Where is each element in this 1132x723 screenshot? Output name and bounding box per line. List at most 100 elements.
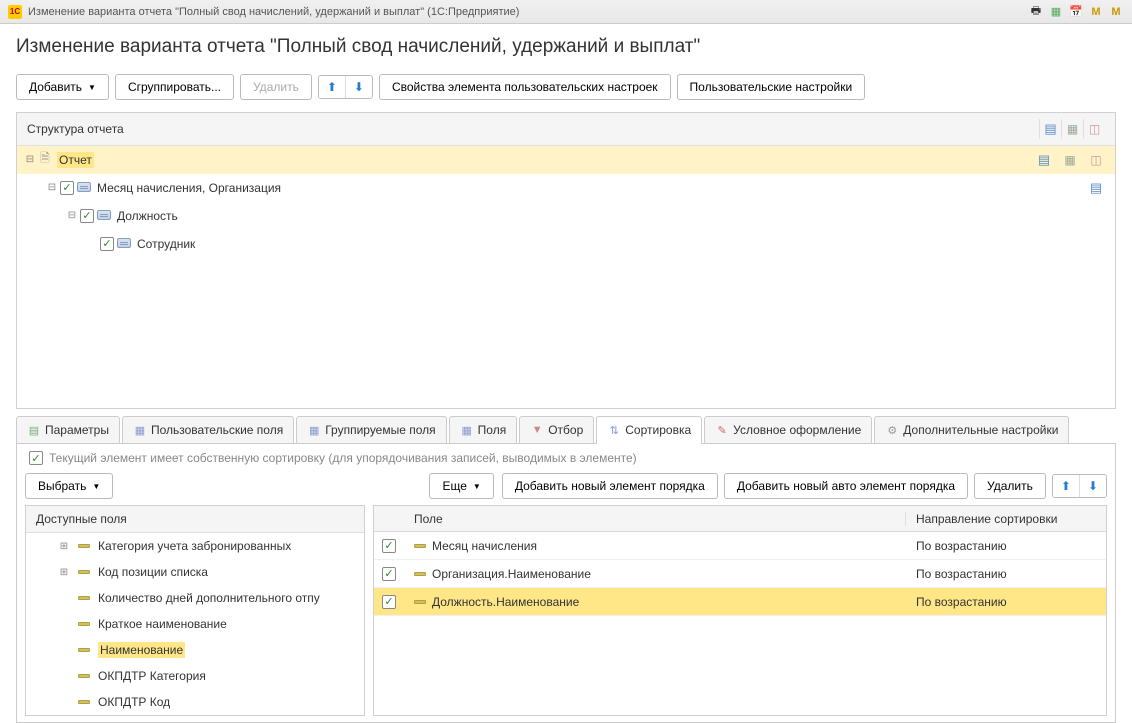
params-icon: ▤ [27, 423, 41, 437]
avail-field-row[interactable]: ⊞Категория учета забронированных [26, 533, 364, 559]
m-icon-1[interactable]: M [1088, 4, 1104, 20]
avail-field-row[interactable]: ⊞ОКПДТР Категория [26, 663, 364, 689]
structure-tree: ⊟ 🗎 Отчет ▤ ▦ ◫ ⊟ ✓ Месяц начисления, Ор… [17, 146, 1115, 408]
filter-icon: ▼ [530, 423, 544, 437]
own-sort-checkbox[interactable]: ✓ [29, 451, 43, 465]
collapse-icon[interactable]: ⊟ [23, 154, 37, 165]
tree-label: Месяц начисления, Организация [93, 181, 281, 195]
titlebar-controls: 🖶 ▦ 📅 M M [1028, 4, 1124, 20]
element-props-button[interactable]: Свойства элемента пользовательских настр… [379, 74, 671, 100]
sort-direction[interactable]: По возрастанию [906, 567, 1106, 581]
group-button[interactable]: Сгруппировать... [115, 74, 234, 100]
header-chart-icon[interactable]: ◫ [1083, 119, 1105, 139]
add-button[interactable]: Добавить▼ [16, 74, 109, 100]
tab-user-fields[interactable]: ▦Пользовательские поля [122, 416, 294, 443]
row-db-icon[interactable]: ▤ [1083, 178, 1109, 198]
sort-grid-header: Поле Направление сортировки [374, 506, 1106, 532]
sort-row-selected[interactable]: ✓ Должность.Наименование По возрастанию [374, 588, 1106, 616]
checkbox-icon[interactable]: ✓ [100, 237, 114, 251]
tree-empty-area [17, 258, 1115, 408]
field-icon [414, 572, 426, 576]
checkbox-icon[interactable]: ✓ [382, 539, 396, 553]
sort-move-down-button[interactable]: ⬇ [1080, 475, 1106, 497]
collapse-icon[interactable]: ⊟ [65, 210, 79, 221]
tree-node-month-org[interactable]: ⊟ ✓ Месяц начисления, Организация ▤ [17, 174, 1115, 202]
structure-header: Структура отчета ▤ ▦ ◫ [17, 113, 1115, 146]
row-grid-icon[interactable]: ▦ [1057, 150, 1083, 170]
sort-icon: ⇅ [607, 423, 621, 437]
structure-title: Структура отчета [27, 122, 124, 136]
tab-conditional[interactable]: ✎Условное оформление [704, 416, 872, 443]
select-button[interactable]: Выбрать▼ [25, 473, 113, 499]
more-button[interactable]: Еще▼ [429, 473, 493, 499]
tab-sorting[interactable]: ⇅Сортировка [596, 416, 702, 443]
field-icon [78, 648, 90, 652]
group-icon [117, 238, 131, 248]
delete-button[interactable]: Удалить [240, 74, 312, 100]
print-icon[interactable]: 🖶 [1028, 4, 1044, 20]
sort-move-buttons: ⬆ ⬇ [1052, 474, 1107, 498]
header-db-icon[interactable]: ▤ [1039, 119, 1061, 139]
avail-field-row[interactable]: ⊞ОКПДТР Код [26, 689, 364, 715]
extra-icon: ⚙ [885, 423, 899, 437]
row-chart-icon[interactable]: ◫ [1083, 150, 1109, 170]
expand-icon[interactable]: ⊞ [58, 567, 70, 578]
field-icon [78, 596, 90, 600]
calendar-icon[interactable]: 📅 [1068, 4, 1084, 20]
user-settings-button[interactable]: Пользовательские настройки [677, 74, 866, 100]
tree-label: Должность [113, 209, 178, 223]
avail-field-row-selected[interactable]: ⊞Наименование [26, 637, 364, 663]
available-fields-panel: Доступные поля ⊞Категория учета забронир… [25, 505, 365, 716]
field-icon [78, 622, 90, 626]
avail-field-row[interactable]: ⊞Количество дней дополнительного отпу [26, 585, 364, 611]
document-icon: 🗎 [37, 149, 53, 170]
checkbox-icon[interactable]: ✓ [382, 567, 396, 581]
move-down-button[interactable]: ⬇ [346, 76, 372, 98]
main-toolbar: Добавить▼ Сгруппировать... Удалить ⬆ ⬇ С… [0, 66, 1132, 108]
tree-node-employee[interactable]: ⊟ ✓ Сотрудник [17, 230, 1115, 258]
field-icon [78, 570, 90, 574]
sort-row[interactable]: ✓ Организация.Наименование По возрастани… [374, 560, 1106, 588]
tab-fields[interactable]: ▦Поля [449, 416, 518, 443]
checkbox-icon[interactable]: ✓ [60, 181, 74, 195]
tree-node-report[interactable]: ⊟ 🗎 Отчет ▤ ▦ ◫ [17, 146, 1115, 174]
available-fields-header: Доступные поля [26, 506, 364, 533]
checkbox-icon[interactable]: ✓ [80, 209, 94, 223]
expand-icon[interactable]: ⊞ [58, 541, 70, 552]
move-up-button[interactable]: ⬆ [319, 76, 346, 98]
sort-direction[interactable]: По возрастанию [906, 595, 1106, 609]
group-icon [97, 210, 111, 220]
delete-sort-button[interactable]: Удалить [974, 473, 1046, 499]
tree-label: Отчет [57, 152, 94, 168]
arrow-down-icon: ⬇ [1088, 479, 1098, 493]
sort-move-up-button[interactable]: ⬆ [1053, 475, 1080, 497]
window-titlebar: 1C Изменение варианта отчета "Полный сво… [0, 0, 1132, 24]
field-icon [78, 674, 90, 678]
add-sort-element-button[interactable]: Добавить новый элемент порядка [502, 473, 718, 499]
m-icon-2[interactable]: M [1108, 4, 1124, 20]
header-grid-icon[interactable]: ▦ [1061, 119, 1083, 139]
avail-field-row[interactable]: ⊞Код позиции списка [26, 559, 364, 585]
sort-grid: Поле Направление сортировки ✓ Месяц начи… [373, 505, 1107, 716]
group-icon [77, 182, 91, 192]
collapse-icon[interactable]: ⊟ [45, 182, 59, 193]
arrow-up-icon: ⬆ [1061, 479, 1071, 493]
row-db-icon[interactable]: ▤ [1031, 150, 1057, 170]
sort-direction[interactable]: По возрастанию [906, 539, 1106, 553]
field-icon [414, 544, 426, 548]
tab-parameters[interactable]: ▤Параметры [16, 416, 120, 443]
checkbox-icon[interactable]: ✓ [382, 595, 396, 609]
avail-field-row[interactable]: ⊞Краткое наименование [26, 611, 364, 637]
sort-split: Доступные поля ⊞Категория учета забронир… [25, 505, 1107, 716]
sort-row[interactable]: ✓ Месяц начисления По возрастанию [374, 532, 1106, 560]
tab-group-fields[interactable]: ▦Группируемые поля [296, 416, 446, 443]
tab-filter[interactable]: ▼Отбор [519, 416, 594, 443]
tab-extra[interactable]: ⚙Дополнительные настройки [874, 416, 1069, 443]
calc-icon[interactable]: ▦ [1048, 4, 1064, 20]
user-fields-icon: ▦ [133, 423, 147, 437]
add-auto-sort-button[interactable]: Добавить новый авто элемент порядка [724, 473, 968, 499]
tree-node-position[interactable]: ⊟ ✓ Должность [17, 202, 1115, 230]
own-sort-row: ✓ Текущий элемент имеет собственную сорт… [25, 449, 1107, 473]
field-icon [78, 544, 90, 548]
page-header: Изменение варианта отчета "Полный свод н… [0, 24, 1132, 66]
